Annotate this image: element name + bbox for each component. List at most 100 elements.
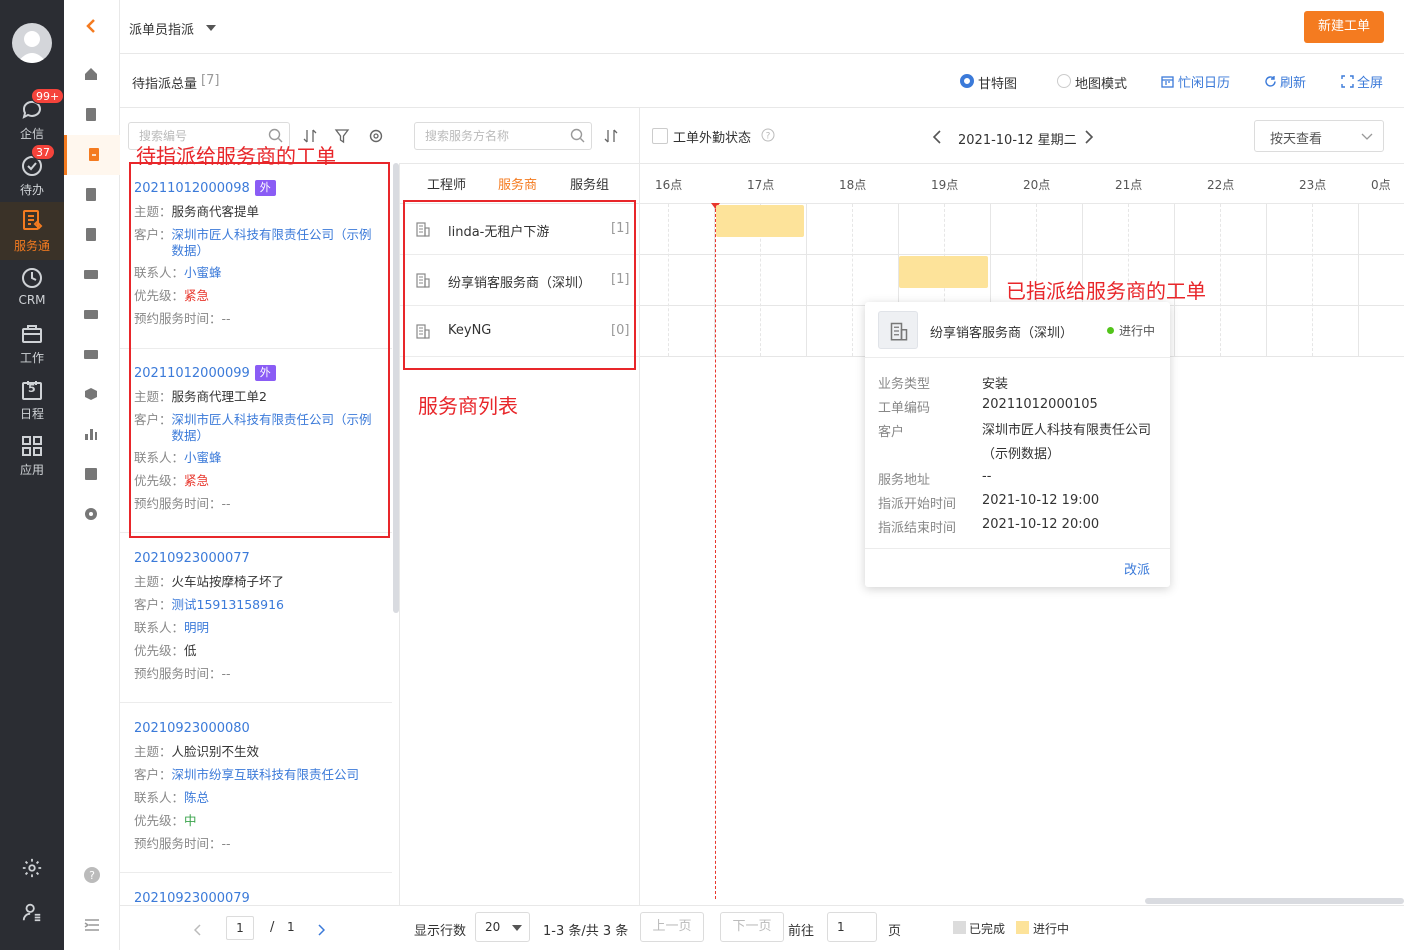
- ticket-customer[interactable]: 测试15913158916: [172, 597, 284, 612]
- radio-gantt[interactable]: [960, 74, 974, 88]
- provider-search-input[interactable]: 搜索服务方名称: [414, 122, 592, 150]
- tab-engineer[interactable]: 工程师: [427, 174, 466, 193]
- ticket-number[interactable]: 20210923000080: [134, 721, 250, 736]
- field-value: 2021-10-12 19:00: [982, 493, 1100, 508]
- page-total: 1: [287, 920, 295, 934]
- customer-link[interactable]: 深圳市匠人科技有限责任公司（示例数据）: [982, 419, 1157, 467]
- gear-icon[interactable]: [368, 128, 384, 144]
- nav-item-service[interactable]: 服务通: [0, 202, 64, 260]
- filter-icon[interactable]: [334, 128, 350, 144]
- tab-provider[interactable]: 服务商: [498, 174, 537, 193]
- subnav-task[interactable]: [64, 175, 120, 215]
- ticket-card[interactable]: 20210923000080 主题：人脸识别不生效 客户：深圳市纷享互联科技有限…: [120, 703, 392, 873]
- status-dot: [1107, 327, 1114, 334]
- settings-icon[interactable]: [21, 857, 43, 879]
- page-input[interactable]: 1: [226, 916, 254, 940]
- prev-day-icon[interactable]: [932, 130, 942, 144]
- goto-input[interactable]: 1: [827, 912, 877, 942]
- radio-map[interactable]: [1057, 74, 1071, 88]
- ticket-customer[interactable]: 深圳市纷享互联科技有限责任公司: [172, 767, 360, 782]
- outside-status-checkbox[interactable]: [652, 128, 668, 144]
- subnav-orders[interactable]: [64, 95, 120, 135]
- sort-icon[interactable]: [603, 128, 619, 144]
- refresh-link[interactable]: 刷新: [1280, 72, 1306, 91]
- subnav-stock[interactable]: [64, 335, 120, 375]
- avatar[interactable]: [12, 23, 52, 63]
- hour-label: 19点: [931, 178, 959, 192]
- grid-line: [806, 204, 807, 356]
- ticket-popup: 纷享销客服务商（深圳） 进行中 业务类型 安装 工单编码 20211012000…: [865, 302, 1170, 587]
- calendar-link[interactable]: 忙闲日历: [1178, 72, 1230, 91]
- ticket-contact[interactable]: 陈总: [184, 790, 209, 805]
- field-label: 服务地址: [878, 473, 931, 488]
- nav-item-schedule[interactable]: 5 日程: [0, 372, 64, 428]
- hour-label: 22点: [1207, 178, 1235, 192]
- reassign-button[interactable]: 改派: [1124, 559, 1150, 578]
- subnav-check[interactable]: [64, 215, 120, 255]
- nav-item-work[interactable]: 工作: [0, 316, 64, 372]
- help-icon[interactable]: ?: [83, 866, 101, 884]
- new-ticket-button[interactable]: 新建工单: [1304, 11, 1384, 43]
- grid-line: [1358, 204, 1359, 356]
- ticket-number[interactable]: 20210923000077: [134, 551, 250, 566]
- grid-line: [1220, 204, 1221, 356]
- subnav-parts[interactable]: [64, 295, 120, 335]
- search-icon[interactable]: [570, 128, 585, 143]
- page-title[interactable]: 派单员指派: [129, 19, 194, 38]
- grid-line: [1266, 204, 1267, 356]
- gear-icon: [85, 508, 97, 520]
- pending-label: 待指派总量: [132, 77, 198, 92]
- task-icon: [86, 188, 96, 201]
- list-scrollbar[interactable]: [393, 163, 399, 613]
- gantt-bar[interactable]: [899, 256, 988, 288]
- legend-done-swatch: [953, 921, 966, 934]
- nav-item-apps[interactable]: 应用: [0, 428, 64, 484]
- ticket-subject: 人脸识别不生效: [171, 744, 260, 759]
- tab-group[interactable]: 服务组: [570, 174, 609, 193]
- view-by-select[interactable]: 按天查看: [1254, 120, 1384, 152]
- hour-label: 16点: [655, 178, 683, 192]
- user-settings-icon[interactable]: [21, 901, 43, 923]
- refresh-icon[interactable]: [1264, 75, 1277, 88]
- subnav-report[interactable]: [64, 415, 120, 455]
- subnav-dispatch[interactable]: [64, 135, 120, 175]
- ticket-card[interactable]: 20210923000077 主题：火车站按摩椅子坏了 客户：测试1591315…: [120, 533, 392, 703]
- subnav-card[interactable]: [64, 255, 120, 295]
- next-day-icon[interactable]: [1084, 130, 1094, 144]
- subnav-settings[interactable]: [64, 495, 120, 535]
- calendar-icon[interactable]: [1161, 75, 1174, 88]
- field-label: 业务类型: [878, 377, 931, 392]
- prev-page-button[interactable]: 上一页: [640, 912, 704, 942]
- ticket-number[interactable]: 20210923000079: [134, 891, 250, 905]
- clipboard-icon: [86, 108, 96, 121]
- nav-item-crm[interactable]: CRM: [0, 260, 64, 316]
- subnav-home[interactable]: [64, 55, 120, 95]
- prev-page-icon[interactable]: [194, 924, 202, 936]
- field-label: 主题：: [134, 744, 172, 759]
- outside-status-label[interactable]: 工单外勤状态: [673, 127, 751, 146]
- menu-toggle-icon[interactable]: [83, 916, 101, 934]
- svg-text:?: ?: [89, 869, 95, 882]
- fullscreen-icon[interactable]: [1341, 75, 1354, 88]
- gantt-scrollbar[interactable]: [1145, 898, 1404, 904]
- collapse-icon[interactable]: [84, 18, 100, 34]
- grid-icon: [22, 436, 42, 456]
- ticket-contact[interactable]: 明明: [184, 620, 209, 635]
- ticket-code-link[interactable]: 20211012000105: [982, 397, 1098, 412]
- gantt-bar[interactable]: [716, 205, 804, 237]
- fullscreen-link[interactable]: 全屏: [1357, 72, 1383, 91]
- building-icon: [890, 322, 908, 341]
- chevron-down-icon[interactable]: [206, 25, 216, 31]
- next-page-button[interactable]: 下一页: [720, 912, 784, 942]
- map-label[interactable]: 地图模式: [1075, 73, 1127, 92]
- help-icon[interactable]: ?: [761, 128, 775, 142]
- current-time-line: [715, 204, 716, 899]
- subnav-save[interactable]: [64, 455, 120, 495]
- subnav-box[interactable]: [64, 375, 120, 415]
- gantt-label[interactable]: 甘特图: [978, 73, 1017, 92]
- next-page-icon[interactable]: [317, 924, 325, 936]
- ticket-card[interactable]: 20210923000079: [120, 873, 392, 905]
- nav-item-chat[interactable]: 99+ 企信: [0, 88, 65, 148]
- nav-item-todo[interactable]: 37 待办: [0, 144, 64, 204]
- rows-select[interactable]: 20: [475, 912, 530, 942]
